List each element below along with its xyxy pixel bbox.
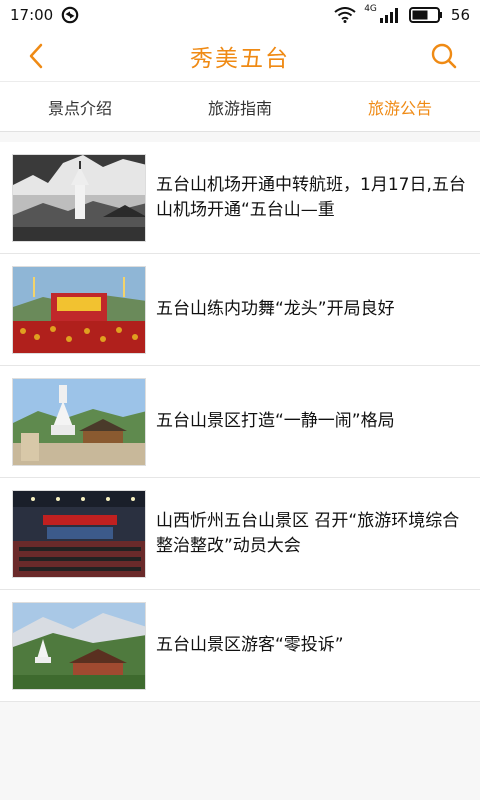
tab-travel-guide[interactable]: 旅游指南 [160,95,320,119]
news-thumbnail [12,601,146,690]
signal-icon [379,8,398,23]
news-title: 五台山景区游客“零投诉” [156,635,344,655]
wifi-icon [334,7,356,23]
news-thumbnail [12,377,146,466]
list-item[interactable]: 山西忻州五台山景区 召开“旅游环境综合整治整改”动员大会 [0,478,480,590]
list-item[interactable]: 五台山练内功舞“龙头”开局良好 [0,254,480,366]
chevron-left-icon [29,43,43,68]
page-title: 秀美五台 [190,45,290,72]
status-right: 4G 56 [334,3,470,24]
search-button[interactable] [426,38,462,74]
app-header: 秀美五台 [0,30,480,82]
bw-pagoda-photo [13,154,145,241]
tab-scenic-spots[interactable]: 景点介绍 [0,95,160,119]
back-button[interactable] [18,38,54,74]
list-item[interactable]: 五台山机场开通中转航班，1月17日,五台山机场开通“五台山—重 [0,142,480,254]
status-bar: 17:00 4G 56 [0,0,480,30]
mountain-temple-photo [13,602,145,689]
sync-icon [61,6,79,24]
news-list: 五台山机场开通中转航班，1月17日,五台山机场开通“五台山—重 五台山练内功舞“… [0,142,480,702]
news-thumbnail [12,265,146,354]
tab-travel-notices[interactable]: 旅游公告 [320,95,480,119]
status-time: 17:00 [10,6,54,24]
white-stupa-photo [13,378,145,465]
news-thumbnail [12,489,146,578]
status-left: 17:00 [10,6,79,24]
tab-bar: 景点介绍 旅游指南 旅游公告 [0,82,480,132]
network-type-label: 4G [364,3,377,14]
news-title: 五台山景区打造“一静一闹”格局 [156,411,395,431]
list-item[interactable]: 五台山景区游客“零投诉” [0,590,480,702]
list-item[interactable]: 五台山景区打造“一静一闹”格局 [0,366,480,478]
news-thumbnail [12,153,146,242]
news-title: 山西忻州五台山景区 召开“旅游环境综合整治整改”动员大会 [156,510,460,556]
news-title: 五台山机场开通中转航班，1月17日,五台山机场开通“五台山—重 [156,174,466,220]
stage-ceremony-photo [13,266,145,353]
news-title: 五台山练内功舞“龙头”开局良好 [156,299,395,319]
search-icon [431,43,457,68]
battery-level: 56 [450,6,470,24]
conference-hall-photo [13,490,145,577]
battery-icon [408,7,442,23]
